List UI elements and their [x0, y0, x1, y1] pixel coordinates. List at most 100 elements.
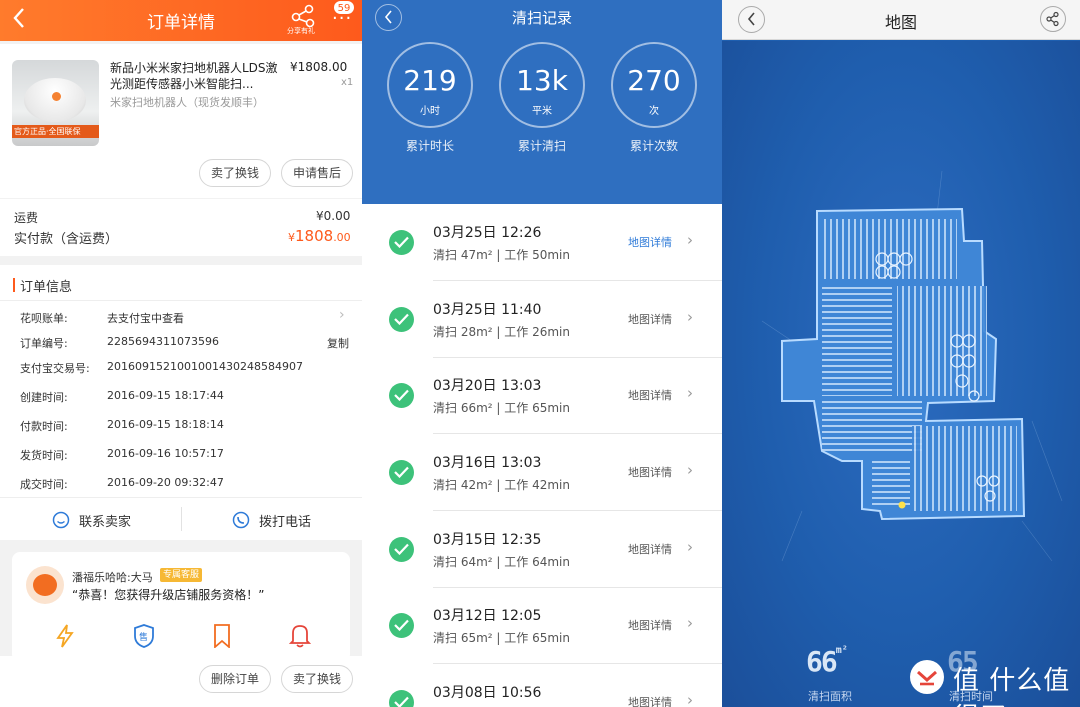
record-date: 03月12日 12:05: [433, 608, 542, 624]
avatar[interactable]: [26, 566, 64, 604]
message-badge: 59: [333, 0, 355, 15]
divider: [0, 497, 362, 498]
chevron-right-icon: ›: [687, 538, 693, 556]
check-icon: [389, 307, 414, 332]
phone-icon: [232, 511, 250, 529]
list-item[interactable]: 03月15日 12:35 清扫 64m² | 工作 64min 地图详情 ›: [362, 511, 722, 588]
paid-amount-integer: 1808: [295, 227, 334, 245]
area-label: 清扫面积: [808, 690, 852, 703]
record-info: 清扫 65m² | 工作 65min: [433, 631, 570, 645]
info-key: 花呗账单:: [20, 312, 68, 325]
map-detail-link[interactable]: 地图详情: [628, 464, 672, 480]
after-sale-button[interactable]: 申请售后: [281, 159, 353, 187]
cleaning-records-screen: 清扫记录 219 小时 累计时长 13k 平米 累计清扫 270 次 累计次数 …: [362, 0, 722, 707]
svg-text:售: 售: [139, 631, 148, 643]
records-header: 清扫记录 219 小时 累计时长 13k 平米 累计清扫 270 次 累计次数: [362, 0, 722, 204]
pumpkin-avatar-icon: [33, 574, 57, 596]
share-icon: [1046, 11, 1059, 27]
info-key: 创建时间:: [20, 391, 68, 404]
screenshot-collage: 订单详情 分享有礼 ··· 59 官方正品·全国联保 新品小米米家扫地机器人LD…: [0, 0, 1080, 707]
info-key: 成交时间:: [20, 478, 68, 491]
record-date: 03月15日 12:35: [433, 532, 542, 548]
record-info: 清扫 64m² | 工作 64min: [433, 555, 570, 569]
stat-circle-count: 270 次: [611, 42, 697, 128]
call-label: 拨打电话: [259, 515, 312, 530]
order-number: 2285694311073596: [107, 335, 219, 348]
list-item[interactable]: 03月25日 12:26 清扫 47m² | 工作 50min 地图详情 ›: [362, 204, 722, 281]
check-icon: [389, 230, 414, 255]
record-date: 03月25日 11:40: [433, 302, 542, 318]
chevron-right-icon: ›: [687, 461, 693, 479]
stat-label: 累计时长: [405, 139, 454, 153]
list-item[interactable]: 03月12日 12:05 清扫 65m² | 工作 65min 地图详情 ›: [362, 587, 722, 664]
product-price: ¥1808.00: [290, 60, 348, 74]
map-detail-link[interactable]: 地图详情: [628, 694, 672, 707]
currency-symbol: ¥: [288, 231, 295, 244]
area-value: 66m²: [806, 645, 848, 678]
product-name[interactable]: 新品小米米家扫地机器人LDS激光测距传感器小米智能扫...: [110, 60, 280, 92]
stat-value: 219: [403, 64, 457, 97]
check-icon: [389, 537, 414, 562]
huabei-link[interactable]: 去支付宝中查看: [107, 310, 184, 326]
service-agent-name: 潘福乐哈哈:大马: [72, 571, 153, 584]
list-item[interactable]: 03月16日 13:03 清扫 42m² | 工作 42min 地图详情 ›: [362, 434, 722, 511]
paid-time: 2016-09-15 18:18:14: [107, 418, 224, 431]
service-message: “恭喜！您获得升级店铺服务资格！”: [72, 588, 265, 602]
bell-icon[interactable]: [289, 623, 311, 648]
divider: [0, 300, 362, 301]
record-date: 03月16日 13:03: [433, 455, 542, 471]
record-info: 清扫 28m² | 工作 26min: [433, 325, 570, 339]
chevron-right-icon: ›: [687, 308, 693, 326]
map-detail-link[interactable]: 地图详情: [628, 234, 672, 250]
record-date: 03月25日 12:26: [433, 225, 542, 241]
shield-icon[interactable]: 售: [133, 624, 155, 648]
sell-button[interactable]: 卖了换钱: [281, 665, 353, 693]
chevron-right-icon: ›: [687, 231, 693, 249]
stat-unit: 平米: [532, 106, 552, 117]
stat-unit: 小时: [420, 106, 440, 117]
product-variant: 米家扫地机器人（现货发顺丰）: [110, 96, 264, 109]
area-number: 66: [806, 645, 838, 678]
paid-label: 实付款（含运费）: [14, 232, 119, 247]
record-date: 03月20日 13:03: [433, 378, 542, 394]
sell-button[interactable]: 卖了换钱: [199, 159, 271, 187]
shipped-time: 2016-09-16 10:57:17: [107, 447, 224, 460]
lightning-icon[interactable]: [55, 624, 75, 648]
contact-seller-label: 联系卖家: [79, 515, 132, 530]
check-icon: [389, 613, 414, 638]
map-detail-link[interactable]: 地图详情: [628, 541, 672, 557]
check-icon: [389, 460, 414, 485]
chevron-right-icon: ›: [687, 614, 693, 632]
stat-value: 270: [627, 64, 681, 97]
info-key: 发货时间:: [20, 449, 68, 462]
order-details-screen: 订单详情 分享有礼 ··· 59 官方正品·全国联保 新品小米米家扫地机器人LD…: [0, 0, 362, 707]
list-item[interactable]: 03月20日 13:03 清扫 66m² | 工作 65min 地图详情 ›: [362, 357, 722, 434]
bookmark-icon[interactable]: [212, 624, 232, 648]
page-title: 地图: [884, 13, 917, 32]
chevron-right-icon: ›: [687, 384, 693, 402]
info-key: 付款时间:: [20, 420, 68, 433]
product-image-tag: 官方正品·全国联保: [12, 125, 99, 138]
map-detail-link[interactable]: 地图详情: [628, 617, 672, 633]
shipping-label: 运费: [14, 211, 39, 225]
stat-value: 13k: [516, 64, 568, 97]
shipping-value: ¥0.00: [316, 209, 351, 223]
map-detail-link[interactable]: 地图详情: [628, 311, 672, 327]
area-unit: m²: [835, 645, 848, 656]
list-item[interactable]: 03月08日 10:56 地图详情 ›: [362, 664, 722, 707]
share-label: 分享有礼: [287, 27, 315, 35]
check-icon: [389, 383, 414, 408]
order-info-title: 订单信息: [20, 280, 73, 295]
zhi-logo-icon: [910, 660, 944, 694]
delete-order-button[interactable]: 删除订单: [199, 665, 271, 693]
alipay-trade-number: 2016091521001001430248584907: [107, 360, 303, 373]
completed-time: 2016-09-20 09:32:47: [107, 476, 224, 489]
list-item[interactable]: 03月25日 11:40 清扫 28m² | 工作 26min 地图详情 ›: [362, 281, 722, 358]
cleaning-map[interactable]: [722, 41, 1080, 707]
copy-button[interactable]: 复制: [327, 335, 349, 351]
chevron-right-icon: ›: [687, 691, 693, 707]
map-detail-link[interactable]: 地图详情: [628, 387, 672, 403]
map-screen: 地图 66m² 清扫面积 65 清扫时间 值 什么值: [722, 0, 1080, 707]
share-button[interactable]: [1040, 6, 1066, 32]
product-image[interactable]: 官方正品·全国联保: [12, 60, 99, 146]
